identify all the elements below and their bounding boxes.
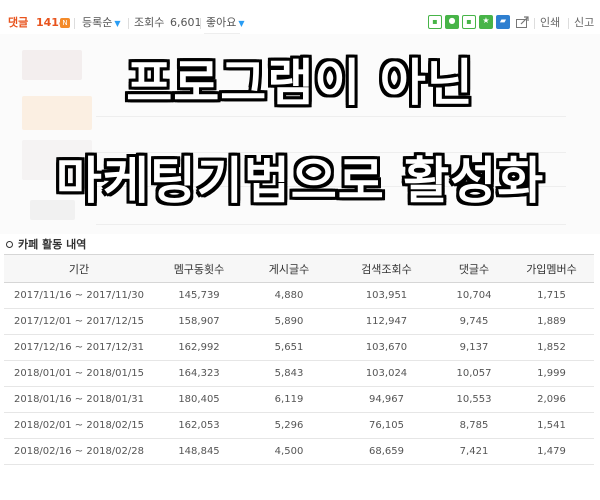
sort-label: 등록순 (82, 16, 113, 29)
table-row: 2017/11/16 ~ 2017/11/30 145,739 4,880 103,9… (4, 283, 594, 309)
cell-visits: 145,739 (178, 290, 220, 301)
chevron-down-icon: ▼ (114, 19, 121, 28)
divider (96, 224, 566, 225)
cell-search-views: 94,967 (369, 394, 404, 405)
cell-new-members: 1,541 (537, 420, 566, 431)
cell-visits: 162,992 (178, 342, 220, 353)
cell-posts: 5,296 (274, 420, 304, 431)
cell-posts: 5,651 (274, 342, 304, 353)
cell-search-views: 103,024 (365, 368, 408, 379)
cell-new-members: 2,096 (537, 394, 566, 405)
cell-visits: 180,405 (178, 394, 220, 405)
divider (534, 18, 535, 29)
twitter-share-icon[interactable]: ▪ (428, 15, 442, 29)
cell-new-members: 1,479 (537, 446, 566, 457)
table-row: 2017/12/16 ~ 2017/12/31 162,992 5,651 103,6… (4, 335, 594, 361)
table-row: 2018/02/16 ~ 2018/02/28 148,845 4,500 68,65… (4, 439, 594, 465)
cell-period: 2017/11/16 ~ 2017/11/30 (13, 290, 144, 301)
cell-period: 2018/02/16 ~ 2018/02/28 (13, 446, 144, 457)
column-header-new-members: 가입멤버수 (526, 262, 577, 276)
cell-search-views: 68,659 (369, 446, 404, 457)
cell-search-views: 76,105 (369, 420, 404, 431)
cell-comments: 10,704 (456, 290, 492, 301)
cell-visits: 148,845 (178, 446, 220, 457)
views-count: 6,601 (170, 16, 202, 29)
divider (128, 18, 129, 29)
like-label: 좋아요 (206, 16, 237, 29)
cell-visits: 164,323 (178, 368, 220, 379)
table-row: 2018/02/01 ~ 2018/02/15 162,053 5,296 76,10… (4, 413, 594, 439)
bullet-icon (6, 241, 13, 248)
cell-search-views: 103,951 (365, 290, 408, 301)
column-header-period: 기간 (68, 262, 90, 276)
cell-period: 2018/01/01 ~ 2018/01/15 (13, 368, 144, 379)
table-row: 2018/01/16 ~ 2018/01/31 180,405 6,119 94,96… (4, 387, 594, 413)
print-button[interactable]: 인쇄 (540, 16, 560, 30)
cell-new-members: 1,999 (537, 368, 566, 379)
column-header-comments: 댓글수 (458, 262, 490, 276)
cell-search-views: 103,670 (365, 342, 408, 353)
table-row: 2018/01/01 ~ 2018/01/15 164,323 5,843 103,0… (4, 361, 594, 387)
cell-period: 2017/12/01 ~ 2017/12/15 (13, 316, 144, 327)
bookmark-share-icon[interactable]: ★ (479, 15, 493, 29)
line-share-icon[interactable]: ● (445, 15, 459, 29)
cell-comments: 9,137 (459, 342, 489, 353)
cell-new-members: 1,889 (537, 316, 566, 327)
cell-period: 2018/02/01 ~ 2018/02/15 (13, 420, 144, 431)
new-badge: N (60, 18, 70, 28)
cell-visits: 158,907 (178, 316, 220, 327)
divider (200, 18, 201, 29)
like-button[interactable]: 좋아요 ▼ (206, 16, 245, 31)
sort-dropdown[interactable]: 등록순 ▼ (82, 16, 121, 31)
cell-visits: 162,053 (178, 420, 220, 431)
cell-comments: 8,785 (459, 420, 489, 431)
section-title: 카페 활동 내역 (6, 236, 86, 252)
table-header-row: 기간 멤구동횟수 게시글수 검색조회수 댓글수 가입멤버수 (4, 255, 594, 283)
cell-posts: 5,890 (274, 316, 304, 327)
comment-label[interactable]: 댓글 (8, 16, 28, 30)
section-title-text: 카페 활동 내역 (18, 238, 87, 251)
cell-posts: 6,119 (274, 394, 304, 405)
cell-period: 2017/12/16 ~ 2017/12/31 (13, 342, 144, 353)
chevron-down-icon: ▼ (238, 19, 245, 28)
cell-period: 2018/01/16 ~ 2018/01/31 (13, 394, 144, 405)
blog-share-icon[interactable]: ▰ (496, 15, 510, 29)
divider (568, 18, 569, 29)
divider (96, 116, 566, 117)
table-row: 2017/12/01 ~ 2017/12/15 158,907 5,890 112,9… (4, 309, 594, 335)
cell-new-members: 1,852 (537, 342, 566, 353)
cell-comments: 7,421 (459, 446, 489, 457)
share-arrow-icon[interactable] (516, 16, 530, 28)
cell-new-members: 1,715 (537, 290, 566, 301)
headline-line-2: 마케팅기법으로 활성화 (55, 152, 545, 210)
cell-comments: 9,745 (459, 316, 489, 327)
cell-posts: 4,880 (274, 290, 304, 301)
cell-comments: 10,057 (456, 368, 492, 379)
column-header-posts: 게시글수 (268, 262, 310, 276)
report-button[interactable]: 신고 (574, 16, 594, 30)
activity-table: 기간 멤구동횟수 게시글수 검색조회수 댓글수 가입멤버수 2017/11/16… (4, 254, 594, 465)
headline-line-1: 프로그램이 아닌 (126, 54, 474, 112)
cell-posts: 4,500 (274, 446, 304, 457)
cell-search-views: 112,947 (365, 316, 408, 327)
column-header-visits: 멤구동횟수 (173, 262, 225, 276)
cell-comments: 10,553 (456, 394, 492, 405)
divider (74, 18, 75, 29)
band-share-icon[interactable]: ▪ (462, 15, 476, 29)
views-label: 조회수 (134, 16, 165, 29)
column-header-search-views: 검색조회수 (361, 262, 412, 276)
cell-posts: 5,843 (274, 368, 304, 379)
